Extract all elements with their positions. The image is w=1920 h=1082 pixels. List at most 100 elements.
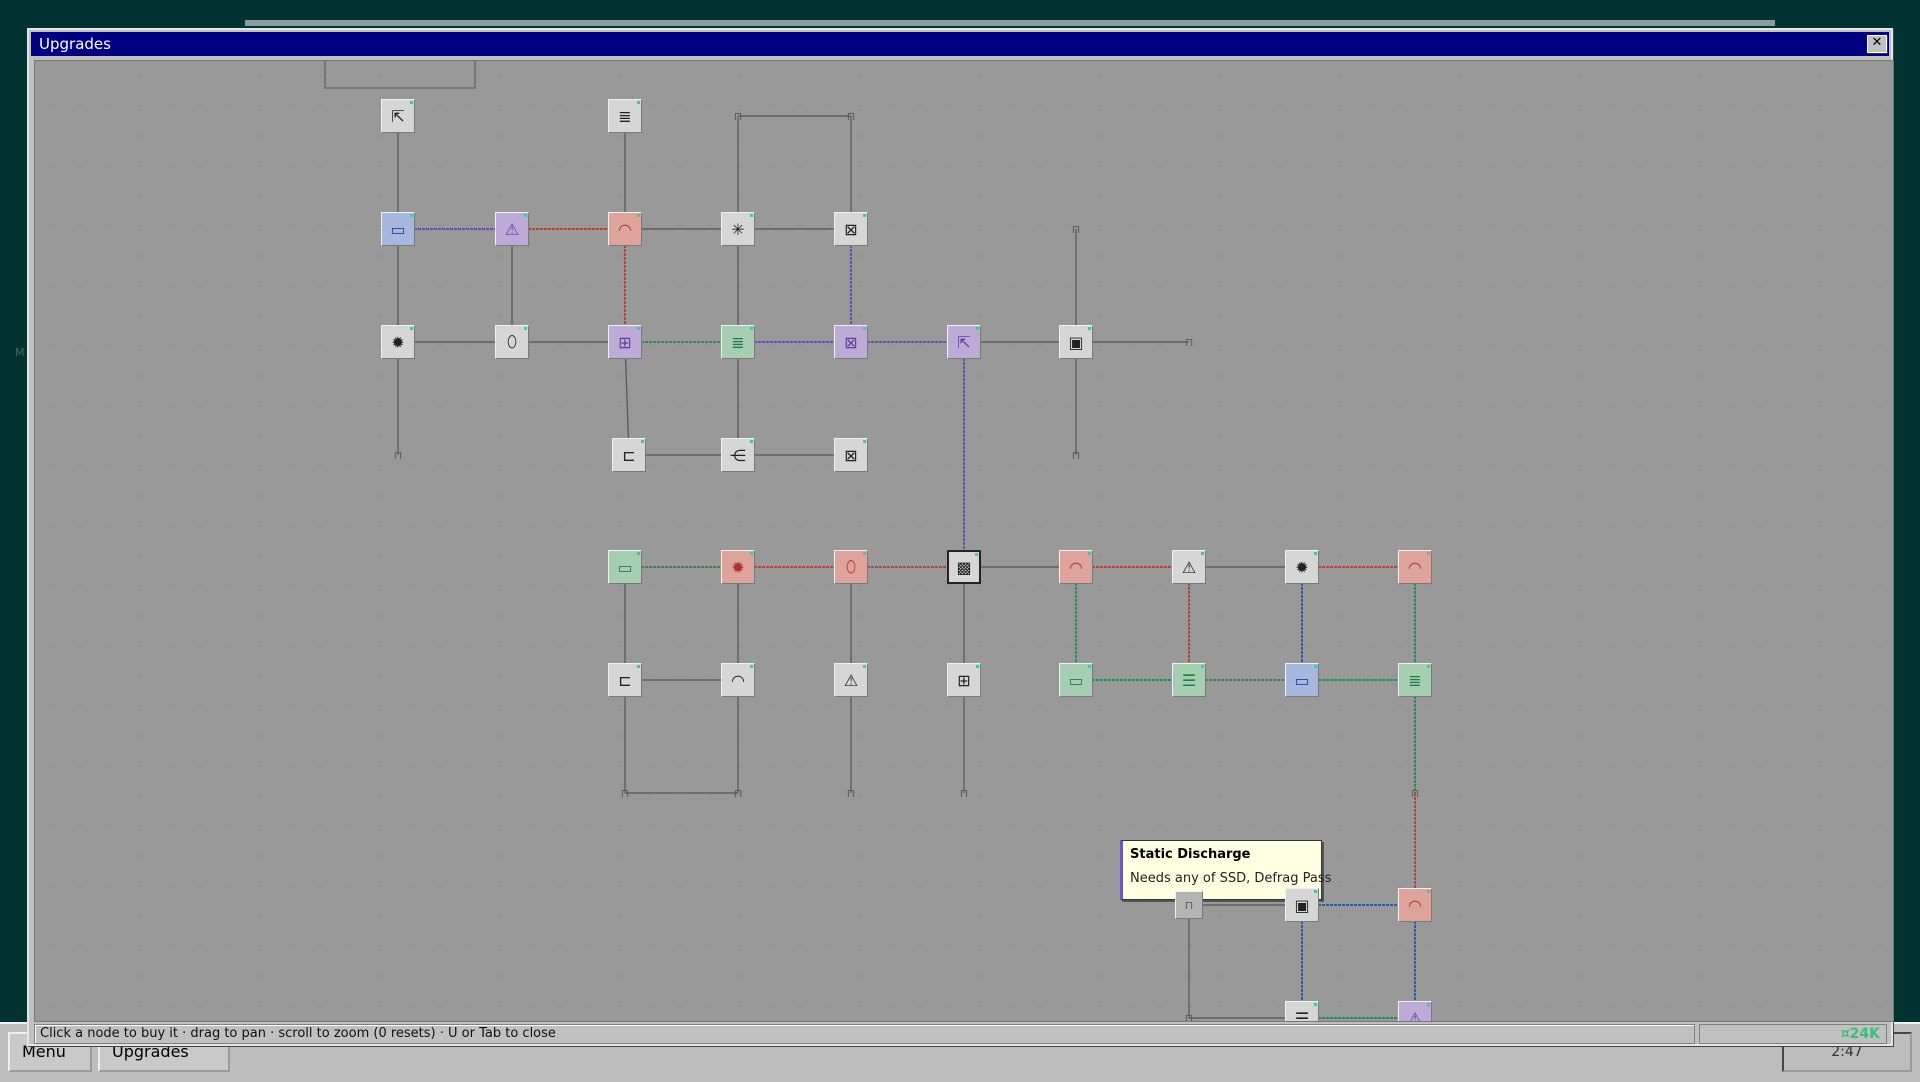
upgrade-node[interactable]: ◠ — [721, 663, 755, 697]
upgrade-node[interactable]: ⊞ — [608, 325, 642, 359]
cable-icon: ⊏ — [618, 670, 632, 690]
upgrade-node[interactable]: ⊏ — [608, 663, 642, 697]
upgrade-node[interactable]: ⚠ — [1398, 1001, 1432, 1022]
lines-icon: ≣ — [618, 106, 632, 126]
upgrade-node[interactable]: ▣ — [1285, 888, 1319, 922]
upgrade-node[interactable]: ⊓ — [729, 784, 747, 802]
tooltip-body: Needs any of SSD, Defrag Pass — [1130, 871, 1332, 886]
upgrade-node[interactable]: ✳ — [721, 212, 755, 246]
upgrade-node[interactable]: ▭ — [1059, 663, 1093, 697]
close-button[interactable]: ✕ — [1867, 35, 1887, 53]
upgrade-node[interactable]: ✹ — [1285, 550, 1319, 584]
upgrade-node[interactable]: ◠ — [1059, 550, 1093, 584]
upgrade-node[interactable]: ⊏ — [612, 438, 646, 472]
card-icon: ▭ — [390, 219, 406, 239]
lock-icon: ⊓ — [1184, 1011, 1194, 1022]
upgrade-node[interactable]: ▭ — [1285, 663, 1319, 697]
upgrade-node[interactable]: ⊞ — [947, 663, 981, 697]
upgrade-tree-canvas[interactable]: Static Discharge Needs any of SSD, Defra… — [34, 60, 1894, 1022]
disk-icon: ▣ — [1294, 895, 1310, 915]
upgrade-node[interactable]: ⋲ — [721, 438, 755, 472]
upgrade-node[interactable]: ⊓ — [389, 446, 407, 464]
upgrade-node[interactable]: ☰ — [1285, 1001, 1319, 1022]
close-icon: ✕ — [1871, 35, 1883, 50]
upgrade-node[interactable]: ◠ — [1398, 888, 1432, 922]
crossbox-icon: ⊠ — [844, 219, 858, 239]
upgrade-node[interactable]: ☰ — [1172, 663, 1206, 697]
warning-icon: ⚠ — [504, 219, 520, 239]
stack-icon: ☰ — [1294, 1008, 1310, 1022]
upgrade-node[interactable]: ▣ — [1059, 325, 1093, 359]
lock-icon: ⊓ — [1071, 448, 1081, 462]
upgrade-node[interactable]: ⊠ — [834, 212, 868, 246]
upgrade-node[interactable]: ⊓ — [842, 784, 860, 802]
warning-icon: ⚠ — [1407, 1008, 1423, 1022]
cursor-icon: ⇱ — [391, 106, 405, 126]
title-bar[interactable]: Upgrades ✕ — [31, 32, 1889, 56]
mouse-icon: ⬯ — [506, 332, 518, 351]
upgrade-node[interactable]: ⊓ — [1180, 333, 1198, 351]
upgrade-node[interactable]: ⊠ — [834, 438, 868, 472]
upgrade-node[interactable]: ⊓ — [1067, 220, 1085, 238]
lines-icon: ≣ — [731, 332, 745, 352]
upgrade-node[interactable]: ⊓ — [1067, 446, 1085, 464]
sparkle-icon: ✳ — [731, 219, 745, 239]
window-title: Upgrades — [39, 35, 111, 53]
lock-icon: ⊓ — [846, 786, 856, 800]
gauge-icon: ◠ — [618, 219, 632, 239]
status-bar: Click a node to buy it · drag to pan · s… — [34, 1024, 1695, 1044]
upgrade-node[interactable]: ⊠ — [834, 325, 868, 359]
lock-icon: ⊓ — [620, 786, 630, 800]
split-icon: ⊞ — [618, 332, 632, 352]
upgrade-node[interactable]: ≣ — [1398, 663, 1432, 697]
desktop-fragment: M — [15, 346, 25, 359]
upgrade-node[interactable]: ≣ — [721, 325, 755, 359]
lock-icon: ⊓ — [1071, 222, 1081, 236]
upgrade-node[interactable]: ≣ — [608, 99, 642, 133]
upgrade-node[interactable]: ▭ — [608, 550, 642, 584]
upgrade-node[interactable]: ⊓ — [842, 107, 860, 125]
upgrade-node[interactable]: ▭ — [381, 212, 415, 246]
upgrade-node[interactable]: ✹ — [721, 550, 755, 584]
gear-icon: ✹ — [391, 332, 405, 352]
disk-icon: ▣ — [1068, 332, 1084, 352]
upgrade-node[interactable]: ⚠ — [495, 212, 529, 246]
chip-icon: ▩ — [956, 557, 972, 577]
stack-icon: ☰ — [1181, 670, 1197, 690]
crossbox-icon: ⊠ — [844, 445, 858, 465]
warning-icon: ⚠ — [1181, 557, 1197, 577]
upgrade-node[interactable]: ◠ — [608, 212, 642, 246]
warning-icon: ⚠ — [843, 670, 859, 690]
upgrade-node[interactable]: ⊓ — [616, 784, 634, 802]
upgrade-node[interactable]: ⚠ — [1172, 550, 1206, 584]
upgrade-node[interactable]: ⚠ — [834, 663, 868, 697]
upgrade-node[interactable]: ▩ — [947, 550, 981, 584]
upgrade-node[interactable]: ⬯ — [495, 325, 529, 359]
lock-icon: ⊓ — [959, 786, 969, 800]
lock-icon: ⊓ — [1410, 786, 1420, 800]
card-icon: ▭ — [1294, 670, 1310, 690]
mouse-icon: ⬯ — [845, 557, 857, 576]
upgrades-window: Upgrades ✕ Static Discharge Needs any of… — [27, 28, 1894, 1046]
lock-icon: ⊓ — [733, 786, 743, 800]
upgrade-node[interactable]: ⊓ — [955, 784, 973, 802]
lock-icon: ⊓ — [393, 448, 403, 462]
gauge-icon: ◠ — [1069, 557, 1083, 577]
upgrade-node[interactable]: ⇱ — [381, 99, 415, 133]
cable-icon: ⊏ — [622, 445, 636, 465]
upgrade-node[interactable]: ◠ — [1398, 550, 1432, 584]
fork-icon: ⋲ — [730, 445, 746, 465]
offscreen-branch — [324, 61, 476, 89]
upgrade-node[interactable]: ⊓ — [1175, 891, 1203, 919]
cursor-icon: ⇱ — [957, 332, 971, 352]
upgrade-node[interactable]: ⊓ — [1406, 784, 1424, 802]
upgrade-node[interactable]: ✹ — [381, 325, 415, 359]
upgrade-node[interactable]: ⇱ — [947, 325, 981, 359]
bar-icon: ▭ — [617, 557, 633, 577]
upgrade-node[interactable]: ⊓ — [1180, 1009, 1198, 1022]
lock-icon: ⊓ — [733, 109, 743, 123]
upgrade-node[interactable]: ⬯ — [834, 550, 868, 584]
currency-display: ¤24K — [1699, 1024, 1887, 1044]
upgrade-node[interactable]: ⊓ — [729, 107, 747, 125]
bar-icon: ▭ — [1068, 670, 1084, 690]
